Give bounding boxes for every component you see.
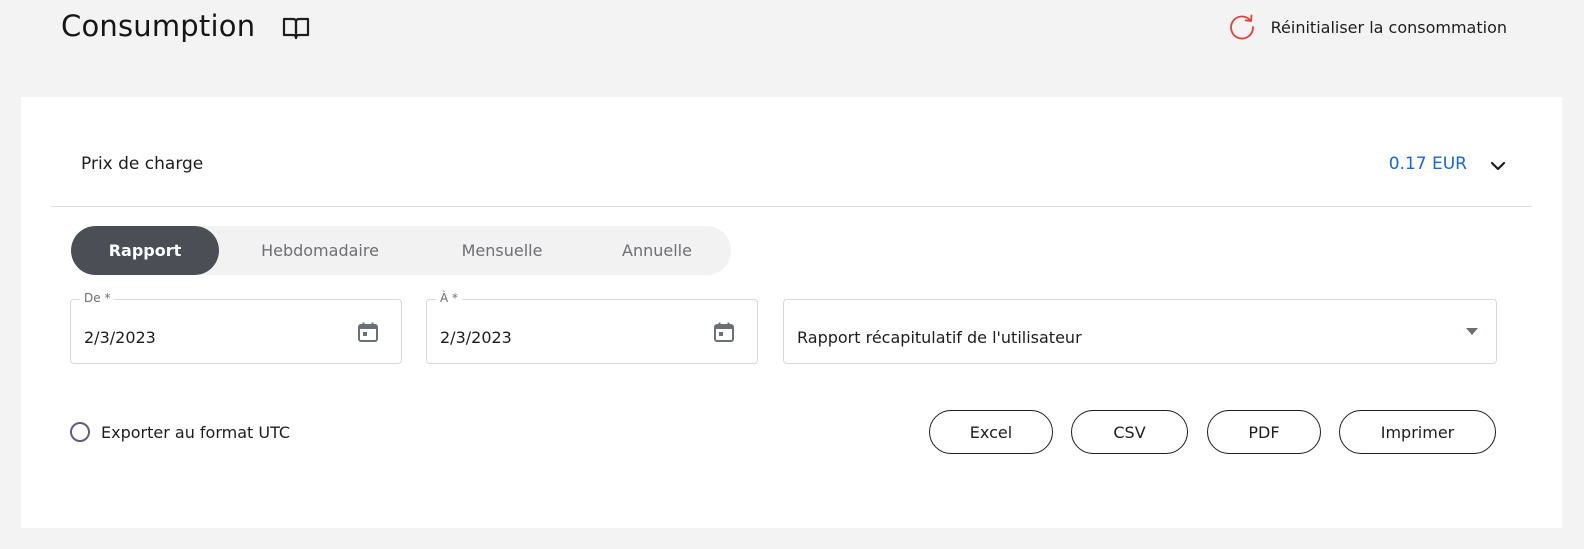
- excel-button[interactable]: Excel: [929, 410, 1053, 454]
- pdf-button[interactable]: PDF: [1207, 410, 1321, 454]
- csv-button[interactable]: CSV: [1071, 410, 1188, 454]
- reset-consumption-button[interactable]: Réinitialiser la consommation: [1227, 12, 1507, 42]
- calendar-icon[interactable]: [713, 321, 735, 343]
- calendar-icon[interactable]: [357, 321, 379, 343]
- page-title: Consumption: [61, 9, 256, 43]
- to-date-label: À *: [436, 291, 463, 305]
- to-date-value: 2/3/2023: [440, 328, 512, 347]
- tab-mensuelle[interactable]: Mensuelle: [421, 226, 583, 275]
- from-date-label: De *: [80, 291, 115, 305]
- export-utc-label: Exporter au format UTC: [101, 422, 291, 442]
- print-button[interactable]: Imprimer: [1339, 410, 1496, 454]
- report-type-select[interactable]: Rapport récapitulatif de l'utilisateur: [783, 299, 1497, 364]
- period-tabs: Rapport Hebdomadaire Mensuelle Annuelle: [71, 226, 731, 275]
- reset-consumption-label: Réinitialiser la consommation: [1270, 17, 1507, 37]
- export-utc-option[interactable]: Exporter au format UTC: [70, 422, 290, 442]
- tab-annuelle[interactable]: Annuelle: [583, 226, 731, 275]
- charge-price-row[interactable]: Prix de charge 0.17 EUR: [51, 97, 1532, 207]
- charge-price-value: 0.17 EUR: [1388, 154, 1467, 174]
- tab-rapport[interactable]: Rapport: [71, 226, 219, 275]
- charge-price-label: Prix de charge: [81, 154, 204, 174]
- book-open-icon[interactable]: [282, 16, 310, 40]
- refresh-icon: [1229, 14, 1254, 40]
- from-date-field[interactable]: De * 2/3/2023: [70, 291, 402, 364]
- from-date-value: 2/3/2023: [84, 328, 156, 347]
- to-date-field[interactable]: À * 2/3/2023: [426, 291, 758, 364]
- report-type-value: Rapport récapitulatif de l'utilisateur: [797, 328, 1082, 347]
- chevron-down-icon[interactable]: [1489, 159, 1507, 173]
- consumption-card: Prix de charge 0.17 EUR Rapport Hebdomad…: [21, 97, 1562, 528]
- tab-hebdomadaire[interactable]: Hebdomadaire: [219, 226, 421, 275]
- caret-down-icon: [1466, 328, 1478, 335]
- utc-radio[interactable]: [70, 422, 90, 442]
